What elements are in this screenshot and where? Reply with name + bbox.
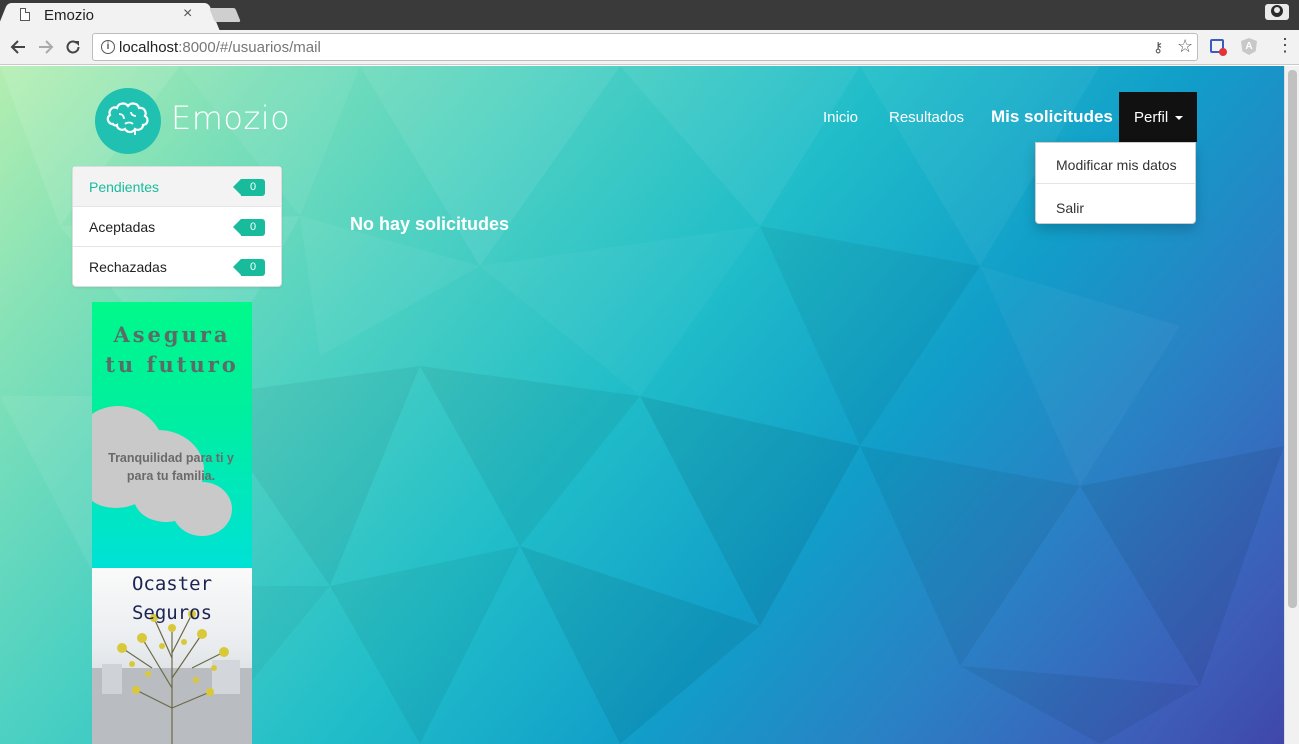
list-item-label: Aceptadas (89, 219, 156, 235)
scrollbar-thumb[interactable] (1288, 70, 1297, 608)
list-item-label: Rechazadas (89, 259, 167, 275)
info-icon[interactable]: i (101, 40, 115, 54)
list-item-pendientes[interactable]: Pendientes 0 (73, 167, 281, 207)
extension-icon[interactable] (1210, 39, 1227, 56)
ad-headline-line-2: tu futuro (105, 352, 239, 377)
new-tab-button[interactable] (209, 8, 241, 22)
tab-title[interactable]: Emozio (44, 7, 94, 24)
ad-brand: Ocaster Seguros (92, 570, 252, 628)
key-icon[interactable]: ⚷ (1153, 39, 1163, 56)
advertisement-banner[interactable]: Asegura tu futuro Tranquilidad para ti y… (92, 302, 252, 744)
ad-photo-panel: Ocaster Seguros (92, 568, 252, 744)
menu-divider (1036, 183, 1195, 184)
ad-tagline-line-1: Tranquilidad para ti y (108, 451, 234, 465)
bookmark-star-icon[interactable]: ☆ (1177, 36, 1193, 57)
ad-headline-line-1: Asegura (113, 322, 231, 347)
close-tab-icon[interactable]: × (183, 5, 192, 23)
page-scrollbar[interactable] (1284, 66, 1299, 744)
count-badge: 0 (233, 259, 265, 276)
perfil-label: Perfil (1134, 109, 1169, 126)
browser-menu-icon[interactable]: ⋮ (1276, 35, 1294, 56)
browser-tab[interactable] (8, 3, 208, 30)
url-text[interactable]: localhost:8000/#/usuarios/mail (119, 39, 321, 56)
list-item-rechazadas[interactable]: Rechazadas 0 (73, 247, 281, 287)
brand-name[interactable]: Emozio (171, 99, 290, 137)
forward-icon[interactable] (37, 38, 55, 56)
browser-tabstrip: Emozio × (0, 0, 1299, 30)
browser-toolbar: i localhost:8000/#/usuarios/mail ⚷ ☆ A ⋮ (0, 30, 1299, 65)
ad-brand-line-1: Ocaster (131, 573, 213, 595)
list-item-label: Pendientes (89, 179, 160, 195)
perfil-dropdown-toggle[interactable]: Perfil (1119, 92, 1197, 142)
profile-icon[interactable] (1265, 4, 1289, 20)
menu-item-modificar-datos[interactable]: Modificar mis datos (1056, 157, 1177, 173)
perfil-dropdown-menu: Modificar mis datos Salir (1035, 142, 1196, 224)
nav-link-resultados[interactable]: Resultados (889, 109, 964, 126)
page-icon (20, 8, 30, 21)
cloud-shape (172, 482, 232, 536)
back-icon[interactable] (9, 38, 27, 56)
brain-logo-icon[interactable] (95, 88, 161, 154)
address-bar[interactable]: i localhost:8000/#/usuarios/mail ⚷ ☆ (92, 33, 1198, 61)
angular-extension-icon[interactable]: A (1241, 38, 1257, 55)
empty-state-message: No hay solicitudes (350, 214, 510, 234)
reload-icon[interactable] (64, 38, 82, 56)
ad-headline: Asegura tu futuro (92, 320, 252, 380)
menu-item-salir[interactable]: Salir (1056, 200, 1084, 216)
list-item-aceptadas[interactable]: Aceptadas 0 (73, 207, 281, 247)
ad-tagline-line-2: para tu familia. (126, 469, 216, 483)
count-badge: 0 (233, 179, 265, 196)
ad-top-panel: Asegura tu futuro Tranquilidad para ti y… (92, 302, 252, 568)
page-viewport: Emozio Inicio Resultados Mis solicitudes… (0, 66, 1299, 744)
brain-icon (106, 102, 149, 135)
ad-brand-line-2: Seguros (131, 602, 213, 624)
solicitudes-filter-list: Pendientes 0 Aceptadas 0 Rechazadas 0 (72, 166, 282, 287)
count-badge: 0 (233, 219, 265, 236)
caret-down-icon (1175, 116, 1183, 120)
nav-link-mis-solicitudes[interactable]: Mis solicitudes (991, 107, 1113, 127)
url-host: localhost (119, 39, 179, 56)
ad-tagline: Tranquilidad para ti y para tu familia. (96, 449, 246, 485)
nav-link-inicio[interactable]: Inicio (823, 109, 858, 126)
url-path: :8000/#/usuarios/mail (178, 39, 321, 56)
